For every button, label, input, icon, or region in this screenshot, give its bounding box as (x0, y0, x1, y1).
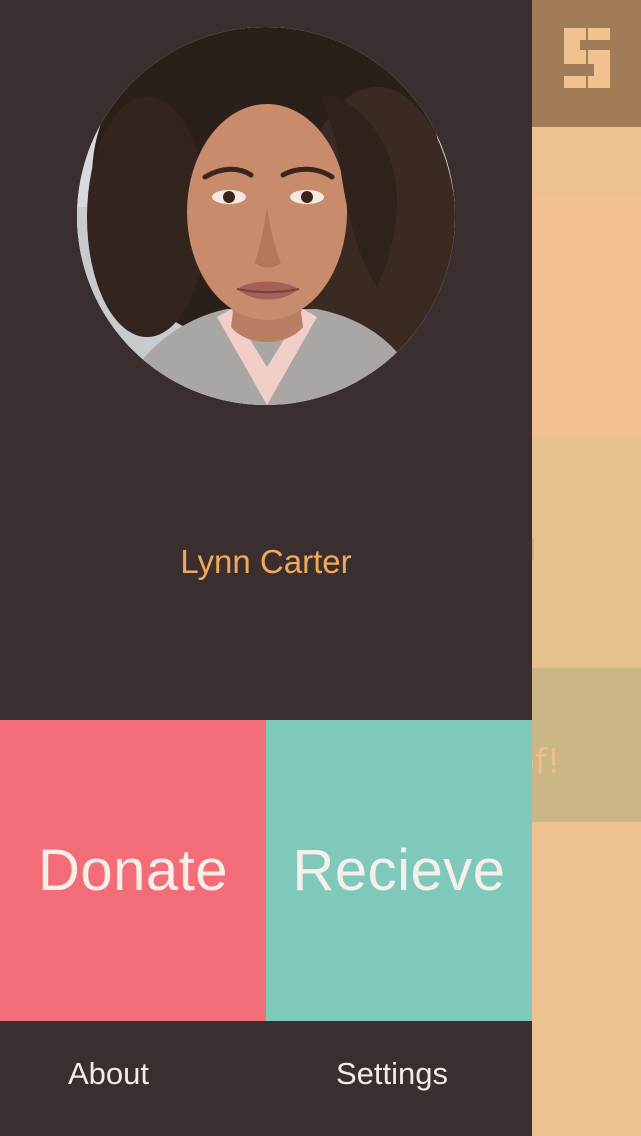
receive-button-label: Recieve (292, 838, 506, 903)
s-logo-icon[interactable] (560, 26, 614, 88)
donate-button-label: Donate (37, 838, 229, 903)
settings-link[interactable]: Settings (336, 1056, 448, 1092)
app-root: lic roof! (0, 0, 641, 1136)
user-avatar[interactable] (77, 27, 455, 405)
user-name: Lynn Carter (180, 543, 352, 580)
user-avatar-photo (77, 27, 455, 405)
navigation-drawer: Lynn Carter Donate Recieve About Setting… (0, 0, 532, 1136)
about-link[interactable]: About (68, 1056, 149, 1092)
donate-button[interactable]: Donate (0, 720, 266, 1021)
receive-button[interactable]: Recieve (266, 720, 532, 1021)
